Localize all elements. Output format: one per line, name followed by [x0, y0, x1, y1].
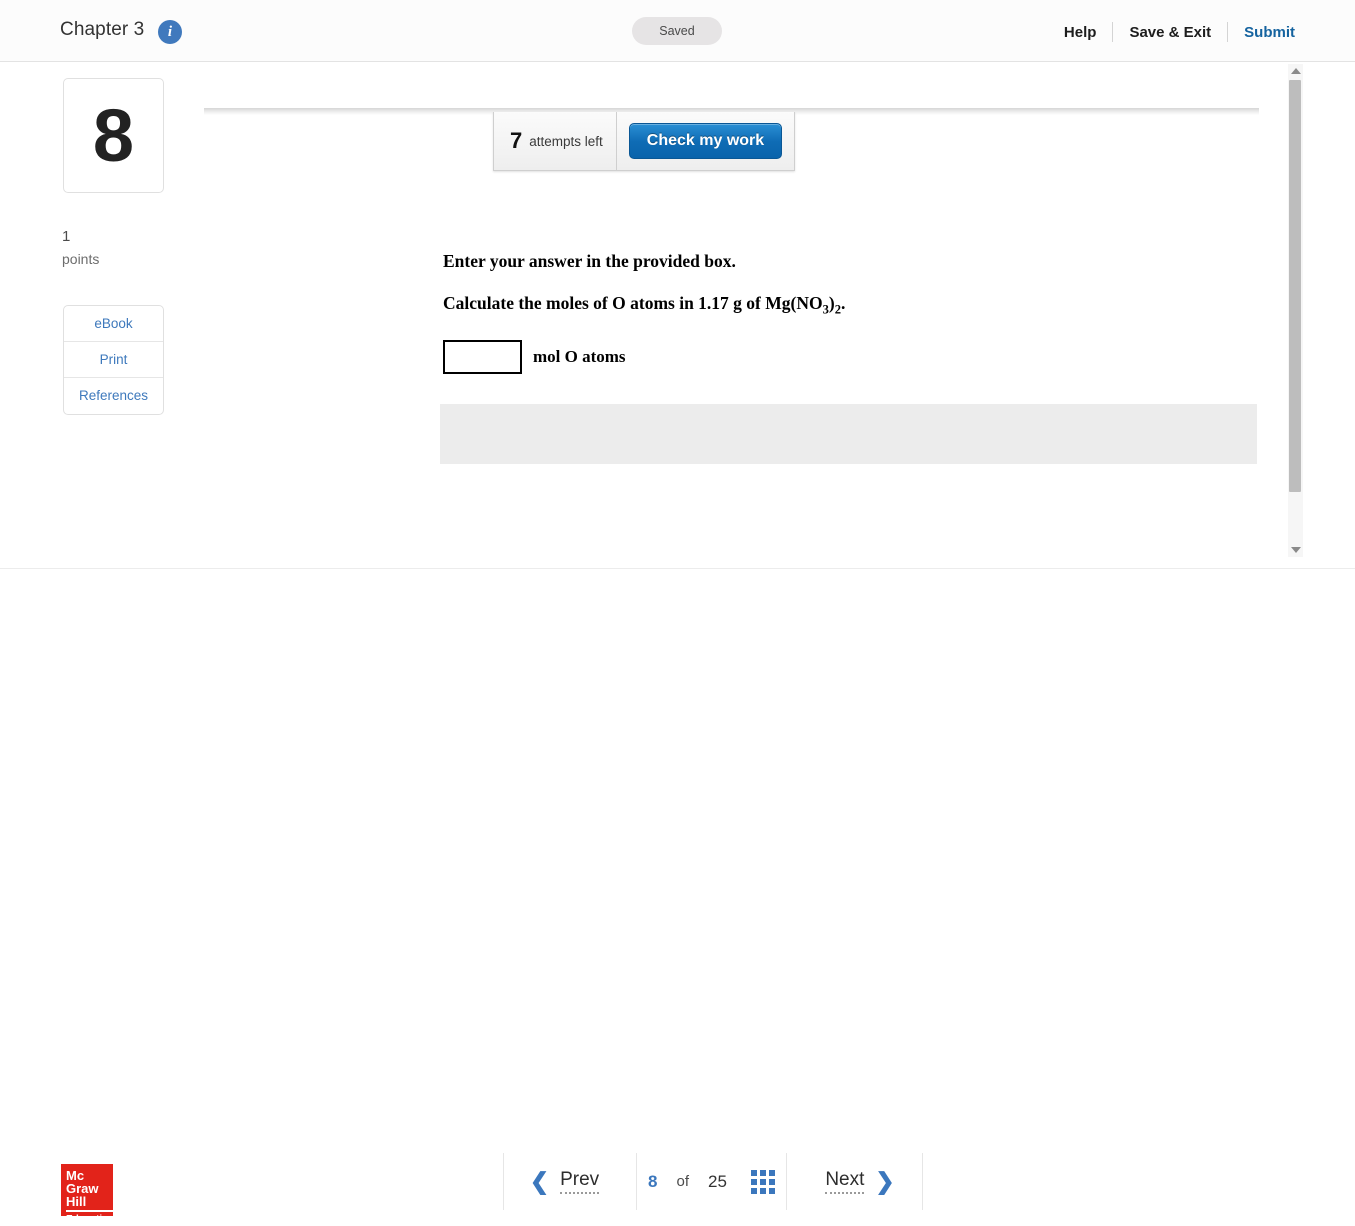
- submit-link[interactable]: Submit: [1228, 24, 1295, 41]
- attempts-count: 7: [510, 128, 523, 153]
- page-scroll-down-arrow-icon[interactable]: [1291, 547, 1301, 553]
- next-label[interactable]: Next: [825, 1169, 865, 1194]
- grid-icon[interactable]: [750, 1169, 775, 1194]
- save-and-exit-link[interactable]: Save & Exit: [1113, 24, 1227, 41]
- prev-segment[interactable]: ❮ Prev: [504, 1153, 637, 1210]
- attempts-left-group: 7 attempts left: [494, 112, 617, 170]
- instruction-text: Enter your answer in the provided box.: [443, 251, 736, 271]
- answer-input[interactable]: [443, 340, 522, 374]
- check-button-wrap: Check my work: [617, 112, 794, 170]
- header-actions: Help Save & Exit Submit: [1048, 20, 1295, 44]
- ebook-link[interactable]: eBook: [64, 306, 163, 342]
- logo-line-2: Graw: [66, 1181, 99, 1197]
- logo-line-1: Mc: [66, 1168, 85, 1183]
- check-my-work-button[interactable]: Check my work: [628, 123, 783, 159]
- total-page-count: 25: [708, 1171, 727, 1191]
- answer-row: mol O atoms: [443, 340, 626, 374]
- mcgraw-hill-logo: Mc Graw Hill Education: [61, 1164, 115, 1225]
- info-icon[interactable]: i: [158, 20, 182, 44]
- page-title: Chapter 3: [60, 19, 145, 40]
- question-text-suffix: .: [841, 293, 846, 313]
- page-indicator-segment: 8 of 25: [637, 1153, 786, 1210]
- outer-scroll-pane: 7 attempts left Check my work Enter your…: [196, 62, 1355, 567]
- logo-line-4: Education: [66, 1209, 115, 1226]
- status-badge-saved: Saved: [632, 17, 722, 45]
- check-work-toolbar: 7 attempts left Check my work: [493, 112, 796, 171]
- resource-links-group: eBook Print References: [63, 305, 164, 415]
- next-segment[interactable]: Next ❯: [786, 1153, 922, 1210]
- page-scroll-up-arrow-icon[interactable]: [1291, 68, 1301, 74]
- chevron-right-icon[interactable]: ❯: [875, 1170, 894, 1193]
- page-of-label: of: [676, 1173, 690, 1190]
- question-navigation: ❮ Prev 8 of 25 Next ❯: [503, 1153, 923, 1210]
- question-number: 8: [92, 94, 135, 177]
- points-label: points: [62, 251, 100, 267]
- current-page-number: 8: [648, 1171, 658, 1191]
- question-work-area: 7 attempts left Check my work Enter your…: [196, 62, 1275, 542]
- answer-unit-label: mol O atoms: [533, 347, 626, 366]
- references-link[interactable]: References: [64, 378, 163, 414]
- prev-label[interactable]: Prev: [560, 1169, 600, 1194]
- points-value: 1: [62, 228, 71, 245]
- help-link[interactable]: Help: [1048, 24, 1113, 41]
- question-text: Calculate the moles of O atoms in 1.17 g…: [443, 293, 845, 318]
- page-vertical-scroll-thumb[interactable]: [1289, 80, 1301, 492]
- chevron-left-icon[interactable]: ❮: [530, 1170, 549, 1193]
- logo-line-3: Hill: [66, 1194, 87, 1210]
- question-text-prefix: Calculate the moles of O atoms in 1.17 g…: [443, 293, 823, 313]
- bottom-navigation-bar: Mc Graw Hill Education ❮ Prev 8 of 25 Ne…: [0, 568, 1355, 1225]
- page-vertical-scrollbar[interactable]: [1288, 64, 1303, 557]
- question-number-box: 8: [63, 78, 164, 193]
- print-link[interactable]: Print: [64, 342, 163, 378]
- attempts-left-label: attempts left: [529, 133, 603, 149]
- feedback-placeholder-box: [440, 404, 1257, 464]
- top-header-bar: Chapter 3 i Saved Help Save & Exit Submi…: [0, 0, 1355, 62]
